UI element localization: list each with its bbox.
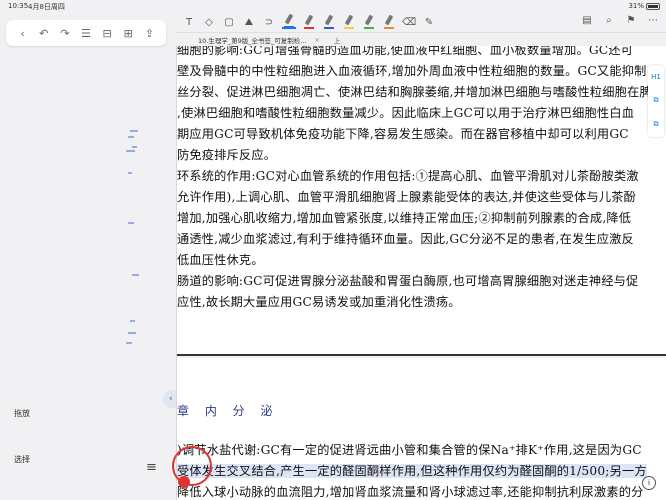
thumbnail-mark[interactable] xyxy=(132,274,139,276)
pdf-page-view[interactable]: 细胞的影响:GC可增强骨髓的造血功能,使血液中红细胞、血小板数量增加。GC还可 … xyxy=(176,46,666,500)
tab-title[interactable]: 10.生理学_第9版_全书签_可复制检... xyxy=(198,35,306,45)
menu-icon[interactable]: ≡ xyxy=(146,460,157,475)
shape-icon[interactable]: ◇ xyxy=(202,15,216,29)
thumbnail-mark[interactable] xyxy=(128,136,134,138)
side-vertical-tools: H1 ⧉ ⧉ xyxy=(648,65,664,137)
thumbnail-sidebar: ‹ ↶ ↷ ☰ ⊟ ⊞ ⇪ 拖放 选择 ≡ xyxy=(0,12,172,500)
highlighter-yellow-icon[interactable] xyxy=(342,15,356,29)
text-line: 增加,加强心肌收缩力,增加血管紧张度,以维持正常血压;②抑制前列腺素的合成,降低 xyxy=(177,211,632,225)
pen-red-icon[interactable] xyxy=(302,15,316,29)
text-line: 丝分裂、促进淋巴细胞凋亡、使淋巴结和胸腺萎缩,并增加淋巴细胞与嗜酸性粒细胞在脾 xyxy=(177,82,652,100)
text-line: 期应用GC可导致机体免疫功能下降,容易发生感染。而在器官移植中却可以利用GC xyxy=(177,127,629,141)
thumbnail-mark[interactable] xyxy=(128,332,136,334)
text-icon[interactable]: T xyxy=(182,15,196,29)
list-icon[interactable]: ☰ xyxy=(79,26,93,40)
text-line: 细胞的影响:GC可增强骨髓的造血功能,使血液中红细胞、血小板数量增加。GC还可 xyxy=(177,46,634,57)
stamp-icon[interactable]: ✎ xyxy=(422,15,436,29)
pen-icon[interactable] xyxy=(282,15,296,29)
status-bar: 10:35 4月8日周四 31% xyxy=(0,0,666,12)
record-icon[interactable] xyxy=(178,476,190,488)
page-upper: 细胞的影响:GC可增强骨髓的造血功能,使血液中红细胞、血小板数量增加。GC还可 … xyxy=(177,46,666,346)
text-line: 允许作用),上调心肌、血管平滑肌细胞肾上腺素能受体的表达,并使这些受体与儿茶酚 xyxy=(177,190,637,204)
text-line: 肠道的影响:GC可促进胃腺分泌盐酸和胃蛋白酶原,也可增高胃腺细胞对迷走神经与促 xyxy=(177,274,639,288)
text-line: 防免疫排斥反应。 xyxy=(177,148,277,162)
eraser-icon[interactable]: ⌫ xyxy=(402,15,416,29)
close-icon[interactable]: × xyxy=(314,36,319,44)
document-tab-bar: 10.生理学_第9版_全书签_可复制检... × 上 xyxy=(176,32,666,46)
rectangle-icon[interactable]: ▢ xyxy=(222,15,236,29)
chapter-heading: 章 内 分 泌 xyxy=(177,404,279,418)
info-icon[interactable]: i xyxy=(642,476,656,490)
back-icon[interactable]: ‹ xyxy=(16,26,30,40)
grid-icon[interactable]: ⊞ xyxy=(121,26,135,40)
thumbnail-mark[interactable] xyxy=(132,146,137,148)
thumbnail-mark[interactable] xyxy=(128,172,132,174)
text-line: 通透性,减少血浆滤过,有利于维持循环血量。因此,GC分泌不足的患者,在发生应激反 xyxy=(177,232,634,246)
bookmark-icon[interactable]: ⚑ xyxy=(624,13,638,27)
more-icon[interactable]: ⋯ xyxy=(646,13,660,27)
heading-tool-icon[interactable]: H1 xyxy=(651,73,661,81)
toolbar-right-group: ▤ ⌕ ⚑ ⋯ xyxy=(580,13,660,27)
thumbnail-mark[interactable] xyxy=(126,342,132,344)
share-icon[interactable]: ⇪ xyxy=(142,26,156,40)
copy-tool-icon[interactable]: ⧉ xyxy=(654,96,659,105)
text-line: 壁及骨髓中的中性粒细胞进入血液循环,增加外周血液中性粒细胞的数量。GC又能抑制 xyxy=(177,64,647,78)
page-gap xyxy=(177,356,666,358)
thumbnail-mark[interactable] xyxy=(126,150,135,152)
copy-tool-icon[interactable]: ⧉ xyxy=(654,120,659,129)
bookmark-icon[interactable]: ⊟ xyxy=(100,26,114,40)
lasso-icon[interactable]: ⊃ xyxy=(262,15,276,29)
status-time: 10:35 xyxy=(8,2,29,10)
status-date: 4月8日周四 xyxy=(28,3,65,11)
document-icon[interactable]: ▤ xyxy=(580,13,594,27)
text-line-hl: 丝分裂、促进淋巴细胞凋亡、使淋巴结和胸腺萎缩,并增加淋巴细胞与嗜酸性粒细胞在脾 xyxy=(177,85,652,99)
redo-icon[interactable]: ↷ xyxy=(58,26,72,40)
text-line: 低血压性休克。 xyxy=(177,253,264,267)
text-line: ,使淋巴细胞和嗜酸性粒细胞数量减少。因此临床上GC可以用于治疗淋巴细胞性白血 xyxy=(177,106,635,120)
select-button[interactable]: 选择 xyxy=(14,454,30,465)
battery-icon xyxy=(646,3,660,10)
thumbnail-mark[interactable] xyxy=(128,222,134,224)
text-line: 环系统的作用:GC对心血管系统的作用包括:①提高心肌、血管平滑肌对儿茶酚胺类激 xyxy=(177,169,639,183)
sidebar-toolbar: ‹ ↶ ↷ ☰ ⊟ ⊞ ⇪ xyxy=(6,20,166,46)
battery-percent: 31% xyxy=(628,2,644,10)
highlighter-green-icon[interactable] xyxy=(362,15,376,29)
text-line: 受体发生交叉结合,产生一定的醛固酮样作用,但这种作用仅约为醛固酮的1/500;另… xyxy=(177,461,647,479)
pen-blue-icon[interactable] xyxy=(322,15,336,29)
image-icon[interactable]: ⛰ xyxy=(242,15,256,29)
highlighted-text[interactable]: 受体发生交叉结合,产生一定的醛固酮样作用,但这种作用仅约为醛固酮的1/500;另… xyxy=(177,464,647,478)
undo-icon[interactable]: ↶ xyxy=(37,26,51,40)
thumbnail-mark[interactable] xyxy=(130,130,138,132)
search-icon[interactable]: ⌕ xyxy=(602,13,616,27)
text-line: )调节水盐代谢:GC有一定的促进肾远曲小管和集合管的保Na⁺排K⁺作用,这是因为… xyxy=(177,443,642,457)
pan-button[interactable]: 拖放 xyxy=(14,408,30,419)
thumbnail-mark[interactable] xyxy=(130,320,135,322)
highlighter-orange-icon[interactable] xyxy=(382,15,396,29)
tab-up-label[interactable]: 上 xyxy=(334,35,341,45)
text-line: 降低入球小动脉的血流阻力,增加肾血浆流量和肾小球滤过率,还能抑制抗利尿激素的分 xyxy=(177,485,644,499)
text-line: 应性,故长期大量应用GC易诱发或加重消化性溃疡。 xyxy=(177,295,461,309)
